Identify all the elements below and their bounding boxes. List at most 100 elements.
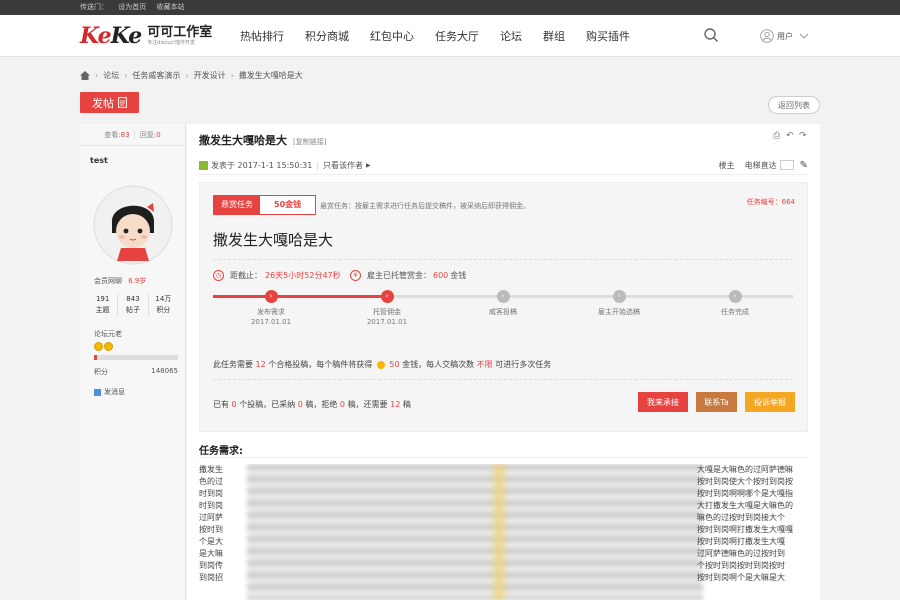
user-rank: 论坛元老 (94, 330, 122, 338)
contact-button[interactable]: 联系Ta (696, 392, 737, 412)
logo-subtitle: 专注discuz!插件开发 (147, 40, 195, 46)
task-panel: 悬赏任务 50金钱 悬赏任务：按雇主需求进行任务后提交稿件，被采纳后即获得佣金。… (199, 182, 808, 432)
home-icon[interactable] (80, 70, 90, 80)
triangle-right-icon: ▶ (366, 161, 371, 169)
print-icon[interactable]: ⎙ (773, 132, 782, 141)
user-menu[interactable]: 用户 (760, 27, 812, 45)
accept-task-button[interactable]: 我来承接 (638, 392, 688, 412)
report-button[interactable]: 投诉举报 (745, 392, 795, 412)
stat-threads[interactable]: 191 主题 (88, 294, 119, 316)
search-icon[interactable] (703, 27, 719, 43)
requirement-line: 按时到岗使大个按时到岗按 (697, 477, 793, 486)
submission-summary: 已有 0 个投稿，已采纳 0 稿，拒绝 0 稿，还需要 12 稿 (213, 400, 411, 409)
prev-thread-icon[interactable]: ↶ (786, 132, 795, 141)
avatar[interactable] (93, 185, 173, 265)
author-sidebar: 查看: 83 | 回复: 0 test 会员网聊 6.9岁 191 主题 843 帖… (80, 124, 186, 600)
set-homepage-link[interactable]: 设为首页 (118, 3, 146, 11)
task-description: 悬赏任务：按雇主需求进行任务后提交稿件，被采纳后即获得佣金。 (320, 202, 530, 210)
wrench-icon[interactable]: ✎ (800, 160, 808, 171)
medal-badges (94, 342, 114, 351)
points-value: 148065 (151, 367, 178, 375)
coin-icon (376, 360, 385, 369)
stat-posts[interactable]: 843 帖子 (118, 294, 149, 316)
medal-icon (94, 342, 103, 351)
task-type-tag: 悬赏任务 50金钱 (213, 195, 317, 215)
breadcrumb-forum[interactable]: 论坛 (103, 70, 119, 81)
requirement-line: 按时到岗啊个是大嘛是大 (697, 573, 785, 582)
step-escrow: › 托管佣金 2017.01.01 (366, 290, 408, 326)
deadline-countdown: ◷ 距截止： 26天5小时52分47秒 (213, 270, 341, 281)
blurred-content (247, 464, 703, 600)
step-complete: › 任务完成 (721, 290, 749, 316)
requirements-body: 撒发生 色的过 时到岗 时到岗 过阿萨 按时到 个是大 是大嘛 到岗传 到岗招 大嘎是大嘛色的过阿… (199, 464, 811, 600)
author-stats: 191 主题 843 帖子 14万 积分 (88, 294, 178, 316)
requirement-line: 按时到岗啊打撒发生大嘎 (697, 537, 785, 546)
online-status-icon (199, 160, 208, 170)
user-label: 用户 (777, 31, 793, 41)
yen-icon: ¥ (350, 270, 361, 281)
nav-groups[interactable]: 群组 (543, 28, 565, 44)
logo-title: 可可工作室 (147, 25, 213, 40)
document-icon (118, 97, 127, 108)
breadcrumb-task-demo[interactable]: 任务威客演示 (132, 70, 180, 81)
nav-buy-plugin[interactable]: 购买插件 (586, 28, 630, 44)
requirement-line: 按时到岗啊啊哪个是大嘎指 (697, 489, 793, 498)
nav-points-mall[interactable]: 积分商城 (305, 28, 349, 44)
breadcrumb: › 论坛 › 任务威客演示 › 开发设计 › 撒发生大嘎哈是大 (80, 68, 303, 82)
reply-count: 0 (156, 130, 161, 139)
author-name[interactable]: test (80, 146, 185, 165)
post-tools: ⎙ ↶ ↷ (769, 132, 808, 141)
escrow-info: ¥ 雇主已托管赏金： 600 金钱 (350, 270, 466, 281)
requirement-line: 个按时到岗按时到岗按时 (697, 561, 785, 570)
nav-red-packet[interactable]: 红包中心 (370, 28, 414, 44)
bookmark-link[interactable]: 收藏本站 (156, 3, 184, 11)
publish-time: 发表于 2017-1-1 15:50:31 (211, 160, 313, 170)
site-logo[interactable]: KeKe 可可工作室 专注discuz!插件开发 (80, 21, 212, 51)
task-actions: 我来承接 联系Ta 投诉举报 (630, 392, 795, 412)
post-title: 撒发生大嘎哈是大 (199, 134, 287, 147)
message-icon (94, 388, 101, 396)
step-select: › 雇主开始选稿 (598, 290, 640, 316)
copy-link[interactable]: [复制链接] (293, 137, 326, 147)
requirements-text-right: 大嘎是大嘛色的过阿萨德嘛 按时到岗使大个按时到岗按 按时到岗啊啊哪个是大嘎指 大打撒发… (697, 464, 811, 600)
step-publish: › 发布需求 2017.01.01 (250, 290, 292, 326)
requirement-line: 嘛色的过按时到岗接大个 (697, 513, 785, 522)
stat-points[interactable]: 14万 积分 (149, 294, 178, 316)
nav-task-hall[interactable]: 任务大厅 (435, 28, 479, 44)
chevron-down-icon (799, 33, 809, 39)
medal-icon (104, 342, 113, 351)
task-number: 任务编号：664 (746, 198, 795, 206)
member-age: 会员网聊 6.9岁 (94, 277, 147, 285)
top-utility-bar: 传送门： 设为首页 收藏本站 (0, 0, 900, 15)
task-progress-steps: › 发布需求 2017.01.01 › 托管佣金 2017.01.01 › 威客… (213, 289, 793, 333)
author-only-link[interactable]: 只看该作者 (323, 160, 363, 171)
site-header: KeKe 可可工作室 专注discuz!插件开发 热帖排行 积分商城 红包中心 … (0, 15, 900, 57)
rank-progress-bar (94, 355, 178, 360)
send-message-link[interactable]: 发消息 (94, 387, 125, 397)
back-to-list-button[interactable]: 返回列表 (768, 96, 820, 114)
breadcrumb-current[interactable]: 撒发生大嘎哈是大 (239, 70, 303, 81)
step-submit: › 威客投稿 (489, 290, 517, 316)
task-title: 撒发生大嘎哈是大 (213, 231, 334, 249)
requirements-heading: 任务需求: (199, 446, 243, 457)
task-reward: 50金钱 (260, 196, 316, 214)
post-content: 撒发生大嘎哈是大 [复制链接] ⎙ ↶ ↷ 发表于 2017-1-1 15:50… (187, 124, 820, 600)
nav-forum[interactable]: 论坛 (500, 28, 522, 44)
view-count: 83 (120, 130, 130, 139)
floor-label: 楼主 (718, 160, 735, 170)
requirement-line: 大嘎是大嘛色的过阿萨德嘛 (697, 465, 793, 474)
next-thread-icon[interactable]: ↷ (799, 132, 808, 141)
thread-stats: 查看: 83 | 回复: 0 (80, 124, 185, 146)
nav-hot-posts[interactable]: 热帖排行 (240, 28, 284, 44)
points-row: 积分 148065 (94, 367, 178, 376)
logo-mark: KeKe (80, 23, 142, 49)
user-avatar-icon (760, 29, 774, 43)
jump-to-floor-label: 电梯直达 (744, 160, 777, 170)
post-meta: 发表于 2017-1-1 15:50:31 | 只看该作者 ▶ 楼主 电梯直达 … (199, 158, 808, 172)
task-requirement-summary: 此任务需要 12 个合格投稿，每个稿件将获得 50 金钱，每人交稿次数 不限 可… (213, 360, 552, 369)
new-post-button[interactable]: 发帖 (80, 92, 139, 113)
main-nav: 热帖排行 积分商城 红包中心 任务大厅 论坛 群组 购买插件 (240, 15, 651, 57)
portal-label: 传送门： (80, 3, 108, 11)
breadcrumb-dev-design[interactable]: 开发设计 (194, 70, 226, 81)
floor-input[interactable] (779, 160, 794, 170)
